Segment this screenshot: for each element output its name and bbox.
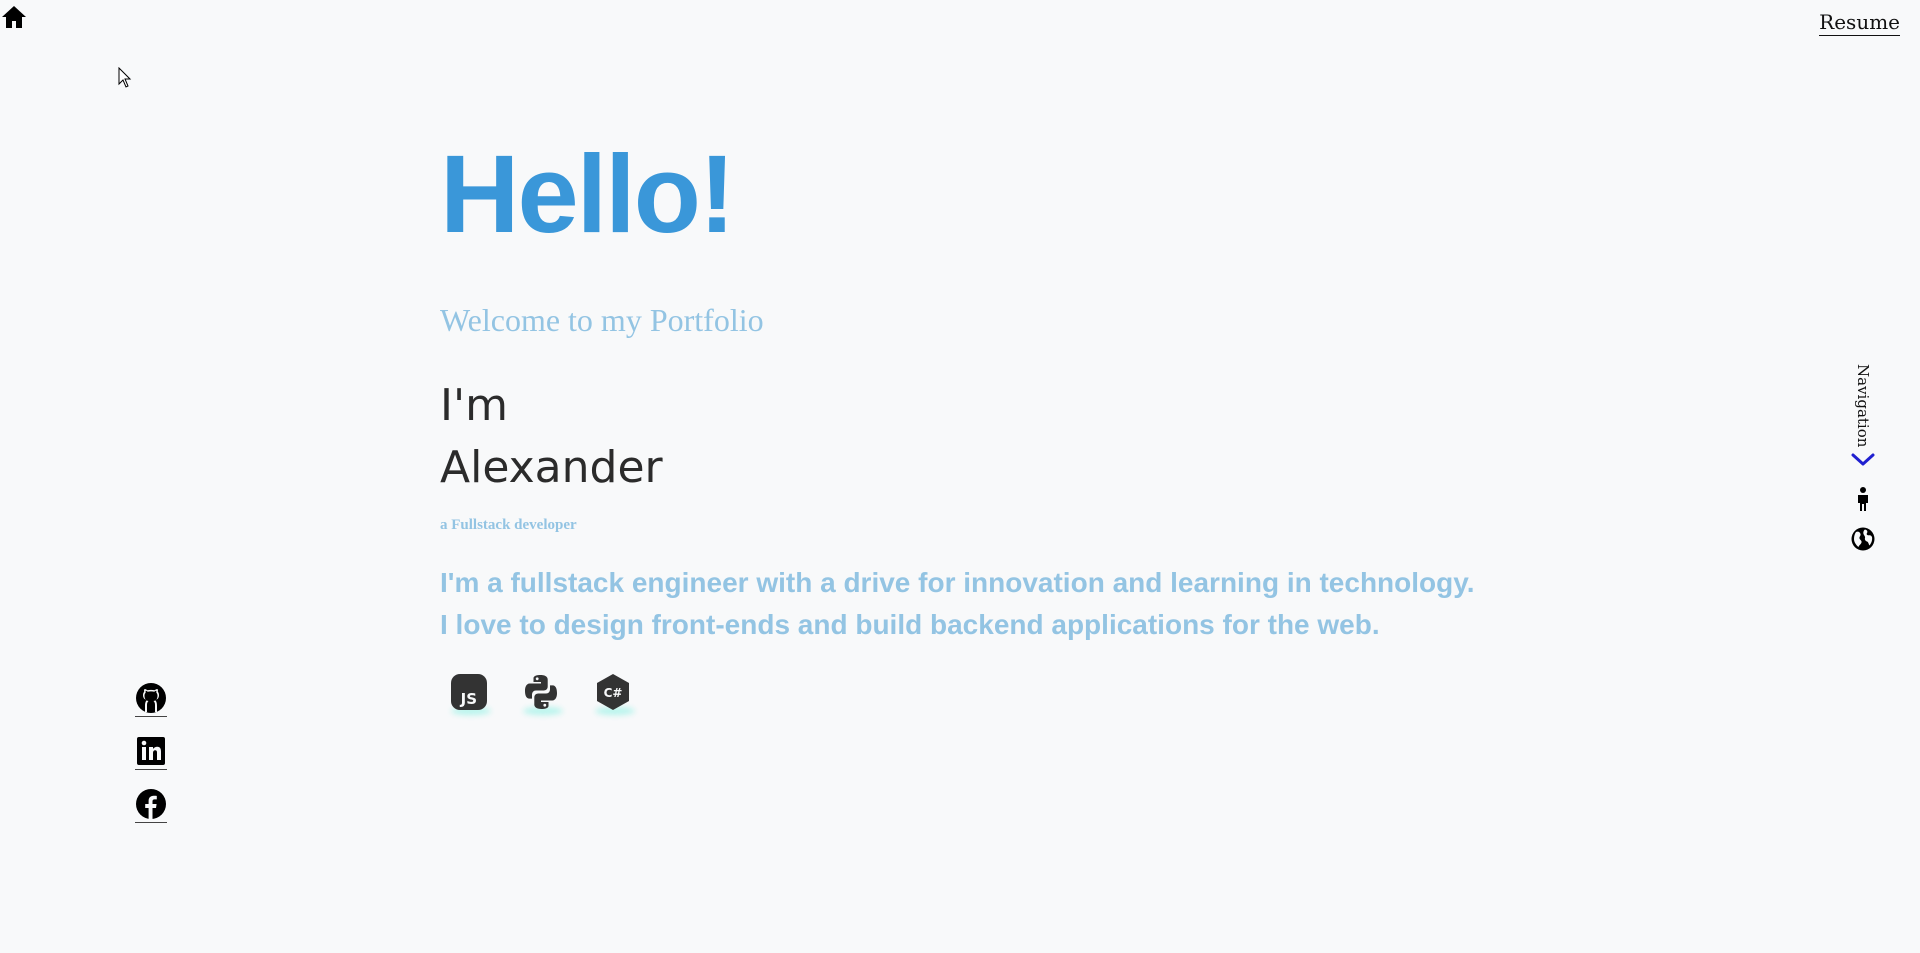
navigation-label[interactable]: Navigation: [1854, 364, 1872, 447]
bio-line-1: I'm a fullstack engineer with a drive fo…: [440, 567, 1475, 598]
role-subtitle: a Fullstack developer: [440, 517, 577, 533]
greeting-heading: Hello!: [440, 133, 736, 256]
github-link[interactable]: [135, 682, 167, 717]
svg-text:C#: C#: [604, 686, 623, 700]
welcome-subtitle: Welcome to my Portfolio: [440, 302, 764, 338]
github-icon: [136, 683, 166, 713]
intro-name: Alexander: [440, 442, 663, 493]
linkedin-icon: [137, 737, 165, 765]
bio-text: I'm a fullstack engineer with a drive fo…: [440, 562, 1640, 646]
hero-section: Hello! Welcome to my Portfolio I'm Alexa…: [440, 140, 1640, 712]
csharp-icon: C#: [593, 672, 633, 712]
social-links: [135, 682, 167, 823]
home-button[interactable]: [0, 4, 28, 32]
resume-link[interactable]: Resume: [1819, 10, 1900, 36]
chevron-down-icon[interactable]: [1850, 452, 1876, 468]
mouse-cursor-icon: [118, 67, 132, 88]
intro-line-1: I'm: [440, 380, 508, 431]
javascript-icon: JS: [449, 672, 489, 712]
linkedin-link[interactable]: [135, 735, 167, 770]
facebook-icon: [136, 789, 166, 819]
bio-line-2: I love to design front-ends and build ba…: [440, 609, 1380, 640]
intro-heading: I'm Alexander: [440, 375, 1640, 499]
svg-text:JS: JS: [460, 690, 477, 708]
person-icon[interactable]: [1850, 486, 1876, 512]
facebook-link[interactable]: [135, 788, 167, 823]
python-icon: [521, 672, 561, 712]
navigation-panel: Navigation: [1846, 364, 1880, 552]
tech-icons-row: JS C#: [440, 672, 1640, 712]
home-icon: [2, 6, 26, 28]
globe-icon[interactable]: [1850, 526, 1876, 552]
